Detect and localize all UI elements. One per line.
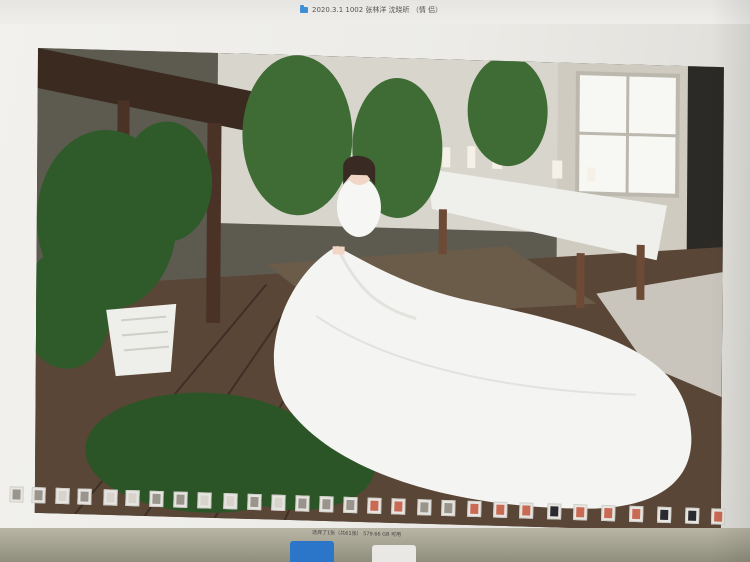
thumbnail[interactable] xyxy=(173,491,188,508)
thumbnail[interactable] xyxy=(367,497,382,514)
thumbnail[interactable] xyxy=(295,495,310,512)
thumbnail[interactable] xyxy=(31,487,46,504)
dock-app-icon[interactable] xyxy=(372,545,416,562)
thumbnail[interactable] xyxy=(55,487,70,505)
thumbnail[interactable] xyxy=(391,498,406,515)
screen-glare xyxy=(710,0,750,562)
thumbnail[interactable] xyxy=(519,502,534,519)
main-photo[interactable] xyxy=(34,48,724,533)
monitor-screen: 2020.3.1 1002 张林洋 沈晓昕 （情 侣） 选择了1张（共61张） … xyxy=(0,0,750,562)
thumbnail[interactable] xyxy=(343,496,358,514)
thumbnail[interactable] xyxy=(628,505,644,523)
window-title-group: 2020.3.1 1002 张林洋 沈晓昕 （情 侣） xyxy=(300,3,442,17)
photo-drawing xyxy=(34,48,724,533)
thumbnail[interactable] xyxy=(319,496,334,513)
thumbnail[interactable] xyxy=(125,489,140,507)
thumbnail[interactable] xyxy=(441,499,456,517)
thumbnail[interactable] xyxy=(684,507,700,524)
thumbnail[interactable] xyxy=(77,488,92,505)
thumbnail[interactable] xyxy=(656,506,672,524)
thumbnail[interactable] xyxy=(547,503,562,520)
folder-icon xyxy=(300,5,308,13)
thumbnail[interactable] xyxy=(467,500,482,518)
thumbnail[interactable] xyxy=(103,489,118,506)
thumbnail[interactable] xyxy=(149,490,164,508)
thumbnail[interactable] xyxy=(493,501,508,518)
thumbnail[interactable] xyxy=(197,492,212,509)
thumbnail[interactable] xyxy=(223,493,238,510)
window-titlebar: 2020.3.1 1002 张林洋 沈晓昕 （情 侣） xyxy=(0,0,750,24)
thumbnail[interactable] xyxy=(601,504,616,522)
thumbnail[interactable] xyxy=(417,499,432,516)
thumbnail[interactable] xyxy=(247,493,262,511)
dock-app-icon[interactable] xyxy=(290,541,334,562)
thumbnail[interactable] xyxy=(271,494,286,511)
window-title: 2020.3.1 1002 张林洋 沈晓昕 （情 侣） xyxy=(312,6,443,14)
thumbnail[interactable] xyxy=(9,486,24,503)
thumbnail[interactable] xyxy=(573,504,588,521)
